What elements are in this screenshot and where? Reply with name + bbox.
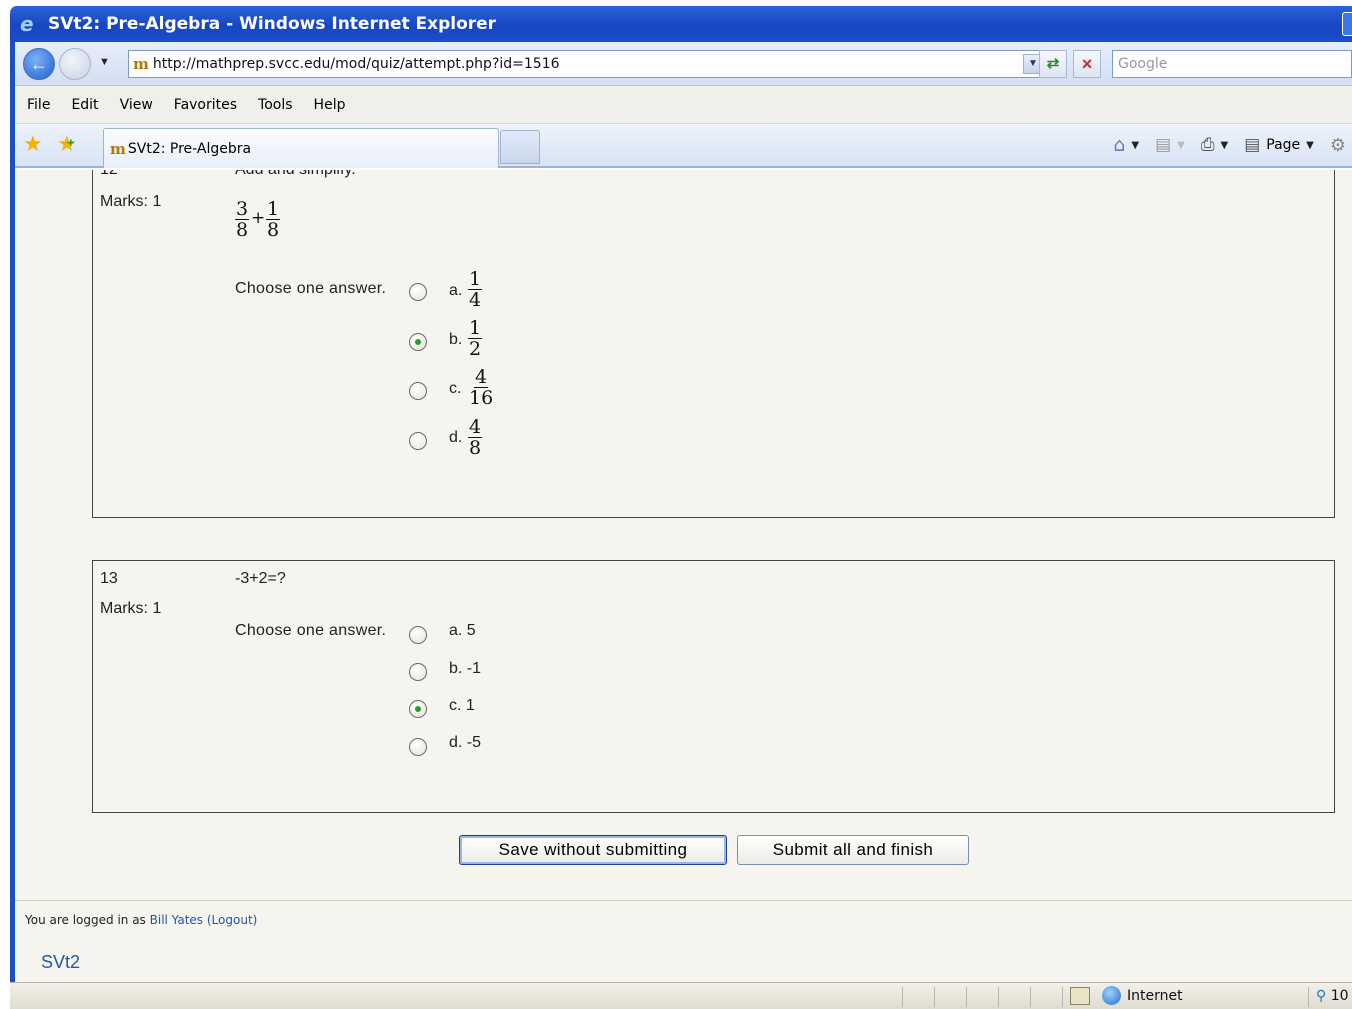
- status-divider: [1062, 987, 1063, 1007]
- answer-fraction-a: 1 4: [468, 268, 483, 311]
- tab-favicon-icon: m: [110, 139, 126, 158]
- answer-option-a: a. 5: [449, 622, 476, 639]
- question-marks: Marks: 1: [100, 193, 162, 210]
- page-icon: ▤: [1244, 135, 1261, 155]
- answer-fraction-c: 4 16: [469, 366, 494, 409]
- navigation-bar: ← → ▼ m http://mathprep.svcc.edu/mod/qui…: [15, 42, 1352, 86]
- refresh-button[interactable]: ⇄: [1039, 50, 1067, 78]
- question-prompt: Add and simplify.: [235, 170, 356, 179]
- answer-letter-b: b.: [449, 331, 463, 348]
- answer-radio-b[interactable]: [409, 663, 427, 681]
- expression-fraction-left: 3 8: [235, 198, 250, 241]
- menu-edit[interactable]: Edit: [71, 97, 98, 113]
- favorites-star-icon[interactable]: ★: [23, 131, 43, 157]
- menu-view[interactable]: View: [120, 97, 153, 113]
- page-content: 12 Add and simplify. Marks: 1 3 8 + 1 8 …: [15, 170, 1352, 982]
- status-divider: [934, 987, 935, 1007]
- status-divider: [998, 987, 999, 1007]
- answer-radio-d[interactable]: [409, 738, 427, 756]
- address-bar[interactable]: m http://mathprep.svcc.edu/mod/quiz/atte…: [128, 50, 1046, 78]
- status-divider: [1030, 987, 1031, 1007]
- answer-option-c: c. 1: [449, 697, 475, 714]
- login-info: You are logged in as Bill Yates (Logout): [25, 913, 257, 927]
- zoom-icon: ⚲: [1316, 988, 1327, 1004]
- feeds-dropdown-icon[interactable]: ▼: [1177, 140, 1185, 151]
- zoom-value: 10: [1330, 988, 1349, 1004]
- question-13: 13 -3+2=? Marks: 1 Choose one answer. a.…: [92, 560, 1335, 813]
- window-title: SVt2: Pre-Algebra - Windows Internet Exp…: [48, 14, 497, 34]
- answer-radio-b[interactable]: [409, 333, 427, 351]
- answer-option-b: b. -1: [449, 660, 482, 677]
- site-favicon-icon: m: [133, 55, 149, 73]
- save-without-submitting-button[interactable]: Save without submitting: [459, 835, 727, 865]
- answer-radio-d[interactable]: [409, 432, 427, 450]
- menu-file[interactable]: File: [27, 97, 50, 113]
- submit-all-and-finish-button[interactable]: Submit all and finish: [737, 835, 969, 865]
- logout-link[interactable]: (Logout): [207, 913, 257, 927]
- page-dropdown-icon[interactable]: ▼: [1306, 140, 1314, 151]
- course-home-link[interactable]: SVt2: [41, 952, 80, 973]
- menu-help[interactable]: Help: [314, 97, 346, 113]
- print-icon[interactable]: ⎙: [1201, 135, 1215, 155]
- forward-button[interactable]: →: [59, 48, 91, 80]
- ie-logo-icon: e: [20, 12, 34, 36]
- maximize-button[interactable]: [1342, 12, 1352, 36]
- protected-mode-icon[interactable]: [1070, 987, 1090, 1005]
- tab-current[interactable]: m SVt2: Pre-Algebra: [103, 128, 499, 168]
- expression-operator: +: [251, 208, 266, 228]
- home-icon[interactable]: ⌂: [1113, 134, 1125, 156]
- answer-radio-c[interactable]: [409, 700, 427, 718]
- menu-favorites[interactable]: Favorites: [174, 97, 237, 113]
- search-input[interactable]: Google: [1112, 50, 1352, 78]
- question-12: 12 Add and simplify. Marks: 1 3 8 + 1 8 …: [92, 170, 1335, 518]
- new-tab-button[interactable]: [500, 130, 540, 164]
- answer-fraction-b: 1 2: [468, 317, 483, 360]
- tab-bar: ★ ★ + m SVt2: Pre-Algebra ⌂ ▼ ▤ ▼ ⎙ ▼ ▤ P…: [15, 124, 1352, 168]
- zoom-level[interactable]: ⚲ 10: [1316, 988, 1349, 1004]
- footer-divider: [15, 900, 1352, 901]
- status-divider: [902, 987, 903, 1007]
- command-bar: ⌂ ▼ ▤ ▼ ⎙ ▼ ▤ Page ▼ ⚙: [1113, 134, 1346, 156]
- answer-fraction-d: 4 8: [468, 416, 483, 459]
- choose-one-label: Choose one answer.: [235, 622, 387, 639]
- stop-button[interactable]: ×: [1073, 50, 1101, 78]
- tab-title: SVt2: Pre-Algebra: [127, 140, 252, 157]
- window-titlebar: e SVt2: Pre-Algebra - Windows Internet E…: [10, 6, 1352, 42]
- add-favorite-icon[interactable]: ★ +: [57, 131, 77, 157]
- answer-radio-a[interactable]: [409, 626, 427, 644]
- page-menu-button[interactable]: Page: [1266, 137, 1300, 153]
- answer-radio-a[interactable]: [409, 283, 427, 301]
- feeds-icon[interactable]: ▤: [1155, 135, 1171, 155]
- internet-zone-icon: [1102, 986, 1121, 1005]
- status-bar: Internet ⚲ 10: [10, 982, 1352, 1009]
- question-number: 13: [100, 570, 118, 587]
- back-button[interactable]: ←: [23, 48, 55, 80]
- login-prefix: You are logged in as: [25, 913, 150, 927]
- recent-pages-dropdown-icon[interactable]: ▼: [99, 56, 110, 68]
- answer-option-d: d. -5: [449, 734, 482, 751]
- user-profile-link[interactable]: Bill Yates: [150, 913, 203, 927]
- question-marks: Marks: 1: [100, 600, 162, 617]
- answer-radio-c[interactable]: [409, 382, 427, 400]
- security-zone-label: Internet: [1127, 988, 1183, 1004]
- question-prompt: -3+2=?: [235, 570, 286, 587]
- question-number: 12: [100, 170, 118, 179]
- print-dropdown-icon[interactable]: ▼: [1220, 140, 1228, 151]
- tools-gear-icon[interactable]: ⚙: [1330, 135, 1346, 156]
- address-url: http://mathprep.svcc.edu/mod/quiz/attemp…: [152, 56, 560, 72]
- status-divider: [1308, 987, 1309, 1007]
- answer-letter-c: c.: [449, 380, 462, 397]
- menu-bar: File Edit View Favorites Tools Help: [15, 86, 1352, 124]
- menu-tools[interactable]: Tools: [258, 97, 293, 113]
- answer-letter-d: d.: [449, 429, 463, 446]
- answer-letter-a: a.: [449, 282, 463, 299]
- expression-fraction-right: 1 8: [266, 198, 281, 241]
- choose-one-label: Choose one answer.: [235, 280, 387, 297]
- home-dropdown-icon[interactable]: ▼: [1131, 140, 1139, 151]
- status-divider: [966, 987, 967, 1007]
